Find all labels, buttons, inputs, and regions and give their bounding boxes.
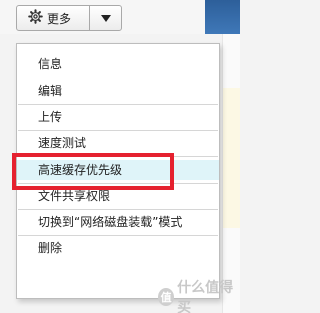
gear-icon (28, 9, 47, 27)
menu-item-switch-network-drive-mode[interactable]: 切换到“网络磁盘装载”模式 (17, 212, 219, 232)
menu-item-edit[interactable]: 编辑 (17, 81, 219, 101)
highlight-callout-box (12, 153, 174, 190)
watermark-logo: 值 (158, 288, 175, 306)
dropdown-toggle-button[interactable] (90, 6, 121, 30)
background-window-edge (205, 0, 240, 34)
more-button[interactable]: 更多 (17, 6, 90, 30)
menu-separator (18, 209, 218, 210)
menu-separator (18, 130, 218, 131)
caret-down-icon (100, 11, 111, 25)
more-button-group: 更多 (16, 5, 122, 31)
menu-separator (18, 235, 218, 236)
menu-item-delete[interactable]: 删除 (17, 238, 219, 258)
background-window-panel (223, 88, 240, 228)
site-watermark: 值 什么值得买 (158, 277, 240, 313)
more-button-label: 更多 (47, 11, 72, 26)
watermark-text: 什么值得买 (177, 280, 234, 313)
menu-item-upload[interactable]: 上传 (17, 107, 219, 127)
menu-separator (18, 104, 218, 105)
menu-item-info[interactable]: 信息 (17, 54, 219, 74)
menu-item-speed-test[interactable]: 速度测试 (17, 133, 219, 153)
